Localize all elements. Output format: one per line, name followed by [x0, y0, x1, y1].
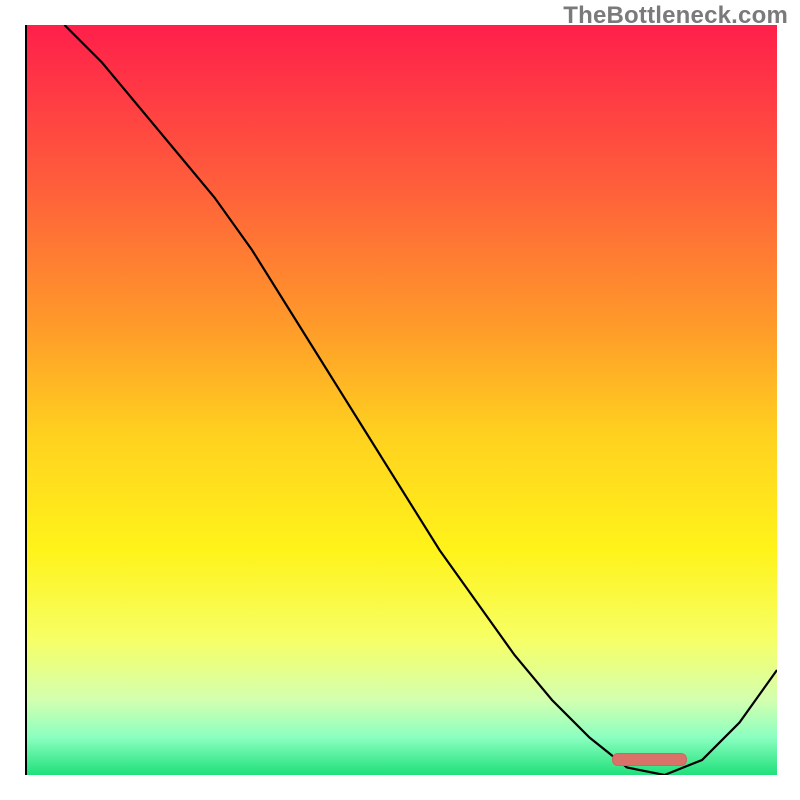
chart-background-gradient [27, 25, 777, 775]
bottleneck-chart [27, 25, 777, 775]
optimal-range-marker [612, 753, 687, 766]
chart-axes-frame [25, 25, 775, 775]
page-root: TheBottleneck.com [0, 0, 800, 800]
